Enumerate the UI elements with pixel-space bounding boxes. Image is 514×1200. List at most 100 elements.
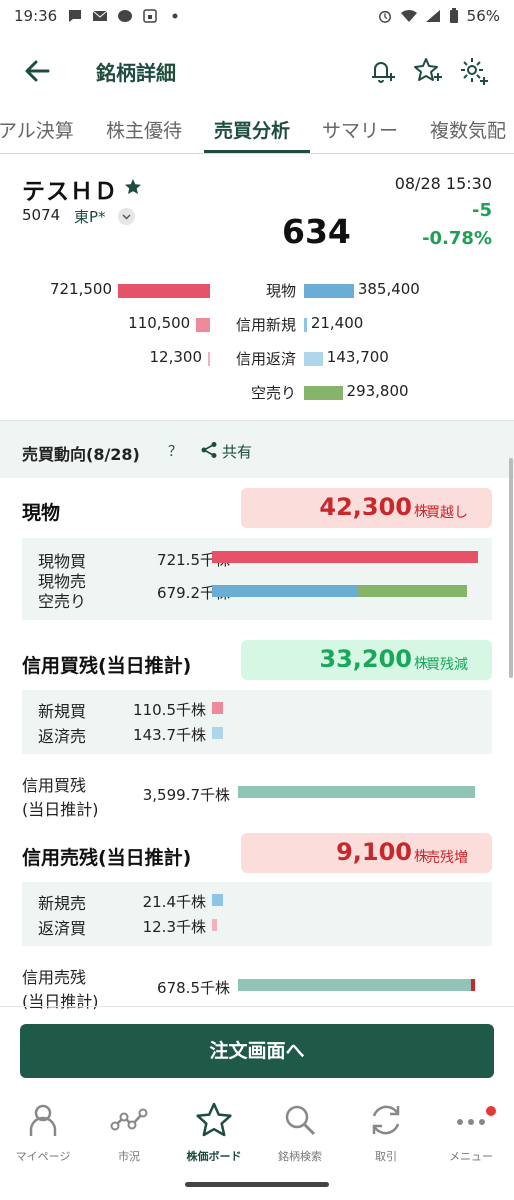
- bottom-navigation: マイページ 市況 株価ボード 銘柄検索 取引 メニュー: [0, 1098, 514, 1178]
- tab-trade-analysis[interactable]: 売買分析: [214, 116, 290, 143]
- new-buy-value: 110.5千株: [133, 701, 206, 719]
- settings-gear-icon[interactable]: [458, 55, 490, 87]
- share-label[interactable]: 共有: [222, 441, 252, 462]
- price-change-percent: -0.78%: [422, 228, 492, 249]
- margin-sell-badge: 9,100 株 売残増: [241, 833, 492, 873]
- summary-right-bar: [304, 318, 307, 332]
- mail-icon: [92, 10, 108, 21]
- spot-sell-bar: [212, 585, 359, 597]
- summary-row: 12,300 信用返済 143,700: [0, 348, 514, 370]
- summary-right-bar: [304, 352, 323, 366]
- summary-right-bar: [304, 386, 343, 400]
- nav-mypage[interactable]: マイページ: [0, 1098, 86, 1164]
- spot-net-badge: 42,300 株 買越し: [241, 488, 492, 528]
- margin-sell-balance-label: 信用売残: [22, 968, 87, 987]
- margin-sell-balance-value: 678.5千株: [157, 979, 230, 997]
- summary-left-value: 721,500: [49, 280, 112, 298]
- spot-detail-box: 現物買 721.5千株 現物売 空売り 679.2千株: [22, 538, 492, 620]
- stock-code: 5074: [22, 206, 61, 224]
- more-dots-icon: [457, 1119, 485, 1125]
- margin-buy-badge: 33,200 株 買残減: [241, 640, 492, 680]
- summary-right-value: 385,400: [357, 280, 420, 298]
- spot-section-title: 現物: [22, 502, 61, 524]
- tab-shareholder-benefits[interactable]: 株主優待: [106, 116, 182, 143]
- market-chart-icon: [110, 1108, 148, 1131]
- spot-buy-bar: [212, 551, 478, 563]
- star-icon: [196, 1102, 232, 1137]
- summary-label: 信用返済: [235, 350, 296, 368]
- margin-buy-note: 買残減: [426, 657, 468, 673]
- nav-market[interactable]: 市況: [86, 1098, 172, 1164]
- margin-sell-balance-bar: [238, 979, 471, 991]
- order-screen-button[interactable]: 注文画面へ: [20, 1024, 494, 1078]
- nav-stock-board[interactable]: 株価ボード: [171, 1098, 257, 1164]
- margin-buy-value: 33,200: [319, 645, 412, 673]
- repay-sell-label: 返済売: [38, 727, 87, 746]
- margin-buy-balance-sublabel: (当日推計): [22, 800, 99, 819]
- summary-label: 現物: [265, 282, 296, 300]
- new-sell-value: 21.4千株: [142, 893, 206, 911]
- status-bar: 19:36 56%: [0, 0, 514, 32]
- new-buy-bar: [212, 702, 223, 714]
- home-indicator[interactable]: [185, 1182, 329, 1187]
- market-label[interactable]: 東P*: [74, 206, 106, 227]
- help-icon[interactable]: ？: [168, 441, 182, 461]
- favorite-star-icon[interactable]: [124, 178, 142, 196]
- lock-icon: [143, 9, 157, 23]
- signal-icon: [425, 10, 440, 22]
- margin-sell-balance-sublabel: (当日推計): [22, 992, 99, 1011]
- repay-sell-bar: [212, 727, 223, 739]
- summary-row: 721,500 現物 385,400: [0, 280, 514, 302]
- scrollbar[interactable]: [509, 458, 513, 678]
- nav-search[interactable]: 銘柄検索: [257, 1098, 343, 1164]
- stock-name: テスＨＤ: [22, 179, 118, 205]
- tab-quarterly-results[interactable]: アル決算: [0, 116, 74, 143]
- summary-right-bar: [304, 284, 354, 298]
- active-tab-indicator: [204, 150, 310, 153]
- margin-sell-section-title: 信用売残(当日推計): [22, 847, 192, 869]
- repay-buy-label: 返済買: [38, 919, 87, 938]
- margin-buy-balance-bar: [238, 786, 475, 798]
- line-icon: [118, 10, 133, 22]
- search-icon: [285, 1105, 316, 1136]
- nav-mypage-label: マイページ: [15, 1150, 71, 1163]
- summary-label: 空売り: [250, 384, 296, 402]
- margin-sell-balance-end-marker: [471, 979, 475, 991]
- person-icon: [29, 1104, 57, 1136]
- back-arrow-icon[interactable]: [22, 56, 52, 86]
- new-sell-label: 新規売: [38, 894, 87, 913]
- tab-bar: アル決算 株主優待 売買分析 サマリー 複数気配: [0, 108, 514, 154]
- refresh-icon: [372, 1105, 400, 1135]
- nav-trade[interactable]: 取引: [343, 1098, 429, 1164]
- spot-buy-label: 現物買: [38, 552, 87, 571]
- summary-row: 空売り 293,800: [0, 382, 514, 404]
- margin-sell-detail-box: 新規売 21.4千株 返済買 12.3千株: [22, 882, 492, 946]
- nav-menu-label: メニュー: [449, 1150, 493, 1163]
- new-buy-label: 新規買: [38, 702, 87, 721]
- margin-buy-detail-box: 新規買 110.5千株 返済売 143.7千株: [22, 690, 492, 754]
- notification-badge: [486, 1106, 496, 1116]
- summary-left-value: 110,500: [128, 314, 191, 332]
- price-change: -5: [472, 200, 492, 221]
- summary-right-value: 293,800: [346, 382, 409, 400]
- repay-buy-value: 12.3千株: [142, 918, 206, 936]
- app-bar: 銘柄詳細: [0, 42, 514, 100]
- short-sell-bar: [358, 585, 468, 597]
- dot-icon: [172, 13, 178, 19]
- margin-sell-note: 売残増: [426, 850, 468, 866]
- nav-menu[interactable]: メニュー: [428, 1098, 514, 1164]
- battery-icon: [449, 8, 458, 23]
- add-alert-bell-icon[interactable]: [366, 55, 398, 87]
- nav-trade-label: 取引: [375, 1150, 397, 1163]
- nav-search-label: 銘柄検索: [278, 1150, 322, 1163]
- tab-multiple-quotes[interactable]: 複数気配: [430, 116, 506, 143]
- trade-trend-header: 売買動向(8/28) ？ 共有: [0, 420, 514, 478]
- chevron-down-icon[interactable]: [118, 208, 135, 225]
- summary-left-value: 12,300: [149, 348, 203, 366]
- add-favorite-star-icon[interactable]: [412, 55, 444, 87]
- tab-summary[interactable]: サマリー: [322, 116, 398, 143]
- share-icon[interactable]: [200, 441, 218, 459]
- margin-buy-balance-label: 信用買残: [22, 776, 87, 795]
- bottom-divider: [0, 1006, 514, 1007]
- nav-stock-board-label: 株価ボード: [186, 1150, 242, 1163]
